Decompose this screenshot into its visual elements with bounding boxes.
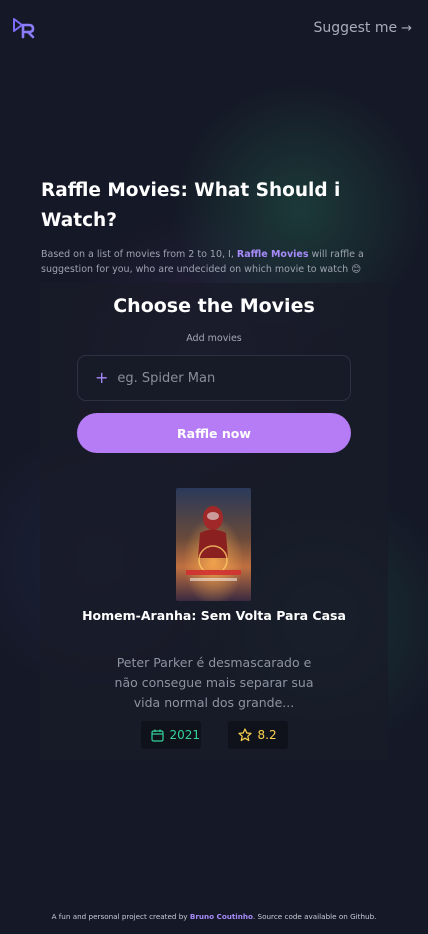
movie-search-input[interactable]: [117, 370, 338, 386]
movie-year: 2021: [169, 728, 201, 742]
footer-text-start: A fun and personal project created by: [51, 912, 190, 921]
movie-title: Homem-Aranha: Sem Volta Para Casa: [82, 608, 346, 623]
movie-poster: [176, 488, 251, 601]
movie-description: Peter Parker é desmascarado e não conseg…: [114, 655, 314, 710]
suggest-me-label: Suggest me: [313, 20, 398, 36]
arrow-right-icon: →: [401, 20, 412, 36]
rating-badge: 8.2: [227, 721, 288, 749]
add-movies-label: Add movies: [186, 333, 242, 344]
footer: A fun and personal project created by Br…: [0, 912, 428, 921]
suggest-me-link[interactable]: Suggest me →: [313, 20, 412, 36]
hero-section: Raffle Movies: What Should i Watch? Base…: [41, 176, 391, 277]
page-description: Based on a list of movies from 2 to 10, …: [41, 247, 391, 277]
movie-rating: 8.2: [257, 728, 277, 742]
year-badge: 2021: [140, 721, 201, 749]
star-icon: [237, 728, 252, 742]
description-text-start: Based on a list of movies from 2 to 10, …: [41, 249, 237, 260]
author-link[interactable]: Bruno Coutinho: [190, 912, 253, 921]
card-title: Choose the Movies: [113, 295, 315, 317]
plus-icon[interactable]: +: [95, 370, 108, 386]
brand-name: Raffle Movies: [236, 249, 309, 260]
movie-input-container[interactable]: +: [77, 355, 351, 401]
logo[interactable]: [13, 17, 35, 39]
raffle-now-button[interactable]: Raffle now: [77, 413, 351, 453]
header: Suggest me →: [0, 0, 428, 60]
calendar-icon: [150, 729, 164, 742]
movie-info-badges: 2021 8.2: [40, 721, 388, 749]
page-title: Raffle Movies: What Should i Watch?: [41, 180, 341, 231]
choose-movies-card: Choose the Movies Add movies + Raffle no…: [40, 283, 388, 760]
footer-text-end: . Source code available on Github.: [252, 912, 377, 921]
